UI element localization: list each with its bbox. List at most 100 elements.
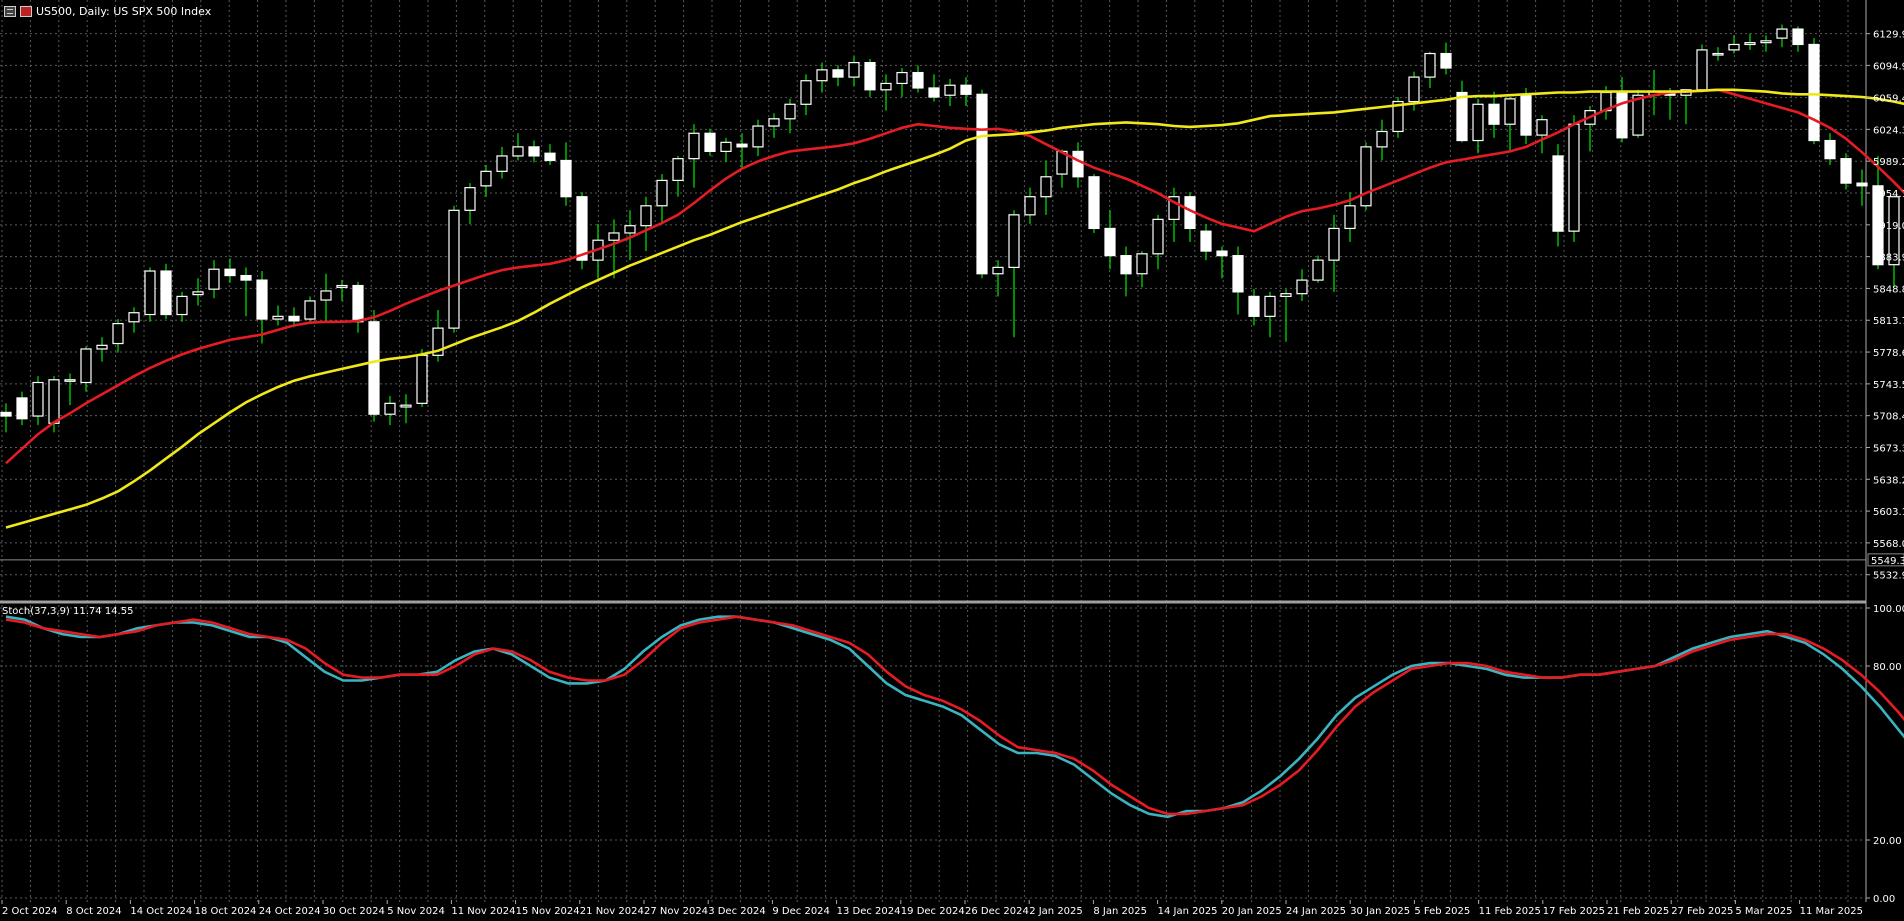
candle-bullish [1280, 293, 1292, 298]
candle-bullish [800, 80, 812, 105]
price-tick-label: 5568.0 [1873, 539, 1904, 550]
candle-bullish [1760, 40, 1772, 44]
candle-bearish [1248, 295, 1260, 317]
candle-bearish [1552, 155, 1564, 232]
time-tick-label: 3 Dec 2024 [708, 906, 766, 917]
candle-bullish [768, 118, 780, 127]
price-tick-label: 5743.5 [1873, 380, 1904, 391]
candle-bullish [1472, 103, 1484, 142]
candle-bullish [416, 354, 428, 404]
candle-bearish [1088, 176, 1100, 230]
time-tick-label: 11 Mar 2025 [1800, 906, 1863, 917]
candle-bullish [144, 270, 156, 316]
current-price-label: 5549.3 [1871, 556, 1904, 567]
candle-bearish [240, 274, 252, 281]
price-tick-label: 5883.9 [1873, 253, 1904, 264]
price-tick-label: 6129.9 [1873, 30, 1904, 41]
candle-bullish [1328, 227, 1340, 261]
candle-bearish [736, 143, 748, 148]
candle-bearish [1808, 43, 1820, 142]
candle-bullish [672, 158, 684, 182]
candle-bullish [752, 125, 764, 148]
candle-bullish [1040, 176, 1052, 198]
candle-bearish [1456, 91, 1468, 142]
slow-moving-average-line [5, 88, 1904, 529]
candle-bearish [976, 93, 988, 275]
candle-bearish [1440, 52, 1452, 69]
candle-bullish [512, 146, 524, 157]
candle-bullish [944, 84, 956, 96]
candle-bullish [128, 312, 140, 323]
candle-bearish [528, 146, 540, 157]
candle-bullish [480, 170, 492, 187]
candle-bearish [1792, 28, 1804, 46]
candle-bullish [1696, 49, 1708, 91]
price-tick-label: 5638.2 [1873, 475, 1904, 486]
time-tick-label: 24 Jan 2025 [1286, 906, 1346, 917]
candle-bearish [16, 397, 28, 420]
time-tick-label: 27 Nov 2024 [644, 906, 708, 917]
candle-bullish [1344, 205, 1356, 230]
candle-bearish [1616, 91, 1628, 139]
chart-canvas[interactable]: 5549.3 6129.9 6094.9 6059.4 6024.3 5989.2 5954… [0, 0, 1904, 921]
price-tick-label: 5778.6 [1873, 348, 1904, 359]
candle-bullish [1728, 43, 1740, 51]
candle-bullish [624, 225, 636, 234]
candle-bullish [816, 69, 828, 82]
candle-bullish [1264, 295, 1276, 317]
time-tick-label: 2 Oct 2024 [2, 906, 57, 917]
time-tick-label: 27 Feb 2025 [1671, 906, 1733, 917]
candle-bullish [880, 82, 892, 91]
candle-bullish [80, 348, 92, 384]
candle-bullish [1776, 28, 1788, 39]
candle-bullish [32, 381, 44, 417]
time-tick-label: 14 Oct 2024 [130, 906, 192, 917]
candle-bearish [704, 132, 716, 153]
candle-bullish [384, 402, 396, 415]
bar-chart-icon[interactable] [20, 5, 32, 17]
candle-bullish [304, 300, 316, 320]
candle-bearish [1216, 250, 1228, 257]
candle-bullish [640, 205, 652, 227]
stochastic-signal-line [5, 615, 1904, 816]
candle-bearish [544, 152, 556, 162]
candle-bullish [656, 179, 668, 207]
candle-bullish [1504, 98, 1516, 125]
candle-bullish [1632, 94, 1644, 136]
candle-bearish [1840, 158, 1852, 184]
time-tick-label: 26 Dec 2024 [965, 906, 1029, 917]
candle-bearish [368, 321, 380, 415]
stochastic-tick-label: 80.00 [1873, 662, 1902, 673]
time-tick-label: 11 Nov 2024 [451, 906, 515, 917]
time-tick-label: 5 Feb 2025 [1414, 906, 1470, 917]
candle-bullish [720, 141, 732, 153]
time-tick-label: 19 Dec 2024 [901, 906, 965, 917]
candle-bearish [0, 411, 12, 417]
candle-bearish [1488, 103, 1500, 125]
candle-bearish [1120, 255, 1132, 275]
stochastic-tick-label: 0.00 [1873, 894, 1895, 905]
candle-bullish [608, 232, 620, 241]
time-tick-label: 11 Feb 2025 [1479, 906, 1541, 917]
price-tick-label: 6059.4 [1873, 94, 1904, 105]
candle-bullish [176, 295, 188, 316]
candle-bullish [1296, 279, 1308, 295]
candle-bullish [48, 379, 60, 424]
candle-bearish [832, 69, 844, 78]
candle-bullish [496, 155, 508, 172]
candle-bullish [1568, 123, 1580, 232]
grid-icon[interactable] [4, 5, 16, 17]
time-tick-label: 21 Feb 2025 [1607, 906, 1669, 917]
time-tick-label: 13 Dec 2024 [837, 906, 901, 917]
candles [0, 24, 1900, 433]
time-tick-label: 2 Jan 2025 [1029, 906, 1083, 917]
candle-bullish [336, 284, 348, 288]
trading-chart-window[interactable]: 5549.3 6129.9 6094.9 6059.4 6024.3 5989.2 5954… [0, 0, 1904, 921]
time-tick-label: 5 Mar 2025 [1735, 906, 1792, 917]
candle-bullish [896, 71, 908, 85]
candle-bullish [448, 209, 460, 329]
candle-bullish [1744, 42, 1756, 46]
candle-bearish [224, 268, 236, 277]
candle-bullish [848, 61, 860, 78]
price-tick-label: 5673.3 [1873, 443, 1904, 454]
